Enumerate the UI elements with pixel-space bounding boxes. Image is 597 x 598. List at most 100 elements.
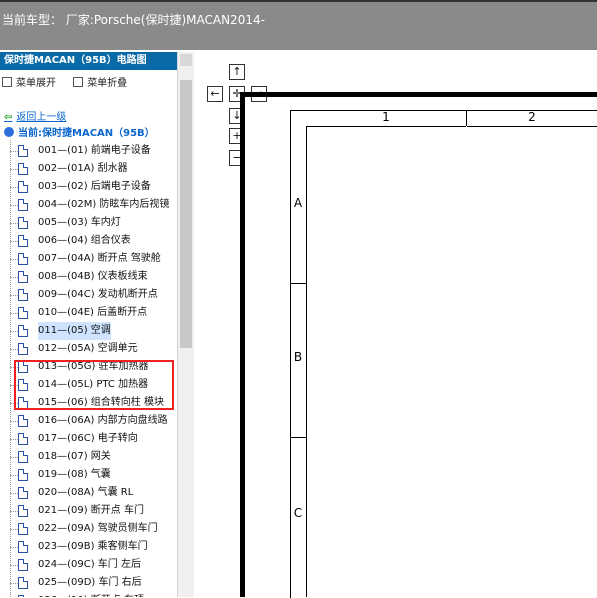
expand-icon [2,77,12,87]
collapse-menu-button[interactable]: 菜单折叠 [73,77,127,89]
tree-item[interactable]: 012—(05A) 空调单元 [0,340,176,358]
sidebar: 保时捷MACAN（95B）电路图 菜单展开 菜单折叠 ⇦ 返回上一级 当前:保时捷… [0,52,194,597]
document-icon [18,235,28,247]
row-separator [290,437,306,438]
tree-item-label: 024—(09C) 车门 左后 [38,559,141,570]
globe-icon [4,127,14,137]
tree-connector [10,493,18,494]
top-edge-line [0,0,597,2]
tree-item[interactable]: 014—(05L) PTC 加热器 [0,376,176,394]
tree-connector [10,151,18,152]
tree-connector [10,385,18,386]
tree-item[interactable]: 013—(05G) 驻车加热器 [0,358,176,376]
current-node: 当前:保时捷MACAN（95B） [4,124,155,139]
document-icon [18,181,28,193]
tree-item[interactable]: 001—(01) 前端电子设备 [0,142,176,160]
tree-item[interactable]: 007—(04A) 断开点 驾驶舱 [0,250,176,268]
tree-item[interactable]: 002—(01A) 刮水器 [0,160,176,178]
pan-up-button[interactable]: ↑ [229,64,245,80]
tree-item[interactable]: 016—(06A) 内部方向盘线路 [0,412,176,430]
tree-item-label: 020—(08A) 气囊 RL [38,487,134,498]
tree-item[interactable]: 018—(07) 网关 [0,448,176,466]
document-icon [18,577,28,589]
menu-actions: 菜单展开 菜单折叠 [2,74,141,89]
tree-item[interactable]: 019—(08) 气囊 [0,466,176,484]
tree-connector [10,205,18,206]
tree-connector [10,457,18,458]
tree-item-label: 018—(07) 网关 [38,451,111,462]
tree-item[interactable]: 023—(09B) 乘客侧车门 [0,538,176,556]
tree-item[interactable]: 004—(02M) 防眩车内后视镜 [0,196,176,214]
tree-item[interactable]: 005—(03) 车内灯 [0,214,176,232]
tree-connector [10,331,18,332]
tree-connector [10,295,18,296]
tree-connector [10,565,18,566]
tree-item-label: 005—(03) 车内灯 [38,217,121,228]
scroll-thumb[interactable] [180,80,192,348]
drawing-frame [290,110,597,598]
document-icon [18,145,28,157]
tree-item-label: 013—(05G) 驻车加热器 [38,361,149,372]
tree-item[interactable]: 020—(08A) 气囊 RL [0,484,176,502]
collapse-icon [73,77,84,87]
document-icon [18,343,28,355]
document-icon [18,307,28,319]
tree-item[interactable]: 026—(10) 断开点 车顶 [0,592,176,597]
back-arrow-icon: ⇦ [4,112,13,123]
tree-item[interactable]: 015—(06) 组合转向柱 模块 [0,394,176,412]
sheet-top-border [240,92,597,97]
tree-connector [10,349,18,350]
document-icon [18,325,28,337]
tree-item-label: 004—(02M) 防眩车内后视镜 [38,199,170,210]
document-icon [18,415,28,427]
tree-item[interactable]: 025—(09D) 车门 右后 [0,574,176,592]
tree-item[interactable]: 008—(04B) 仪表板线束 [0,268,176,286]
tree-item[interactable]: 022—(09A) 驾驶员侧车门 [0,520,176,538]
document-icon [18,163,28,175]
sidebar-scrollbar[interactable] [177,52,194,597]
row-label-a: A [293,196,303,210]
tree-item-label: 007—(04A) 断开点 驾驶舱 [38,253,161,264]
tree-item-label: 006—(04) 组合仪表 [38,235,131,246]
tree-connector [10,313,18,314]
tree-connector [10,259,18,260]
column-label-1: 1 [306,110,466,127]
document-icon [18,289,28,301]
tree-item[interactable]: 006—(04) 组合仪表 [0,232,176,250]
tree-connector [10,511,18,512]
document-icon [18,559,28,571]
tree-item[interactable]: 003—(02) 后端电子设备 [0,178,176,196]
tree-connector [10,187,18,188]
tree-item[interactable]: 011—(05) 空调 [0,322,176,340]
tree-connector [10,169,18,170]
tree-item-label: 003—(02) 后端电子设备 [38,181,151,192]
tree-item-label: 014—(05L) PTC 加热器 [38,379,149,390]
document-icon [18,397,28,409]
tree-connector [10,367,18,368]
tree-item-label: 009—(04C) 发动机断开点 [38,289,158,300]
tree-item[interactable]: 024—(09C) 车门 左后 [0,556,176,574]
expand-menu-button[interactable]: 菜单展开 [2,77,56,89]
scroll-up-button[interactable] [180,54,192,66]
back-link[interactable]: ⇦ 返回上一级 [4,108,66,123]
row-label-b: B [293,350,303,364]
row-separator [290,283,306,284]
document-icon [18,253,28,265]
tree-item[interactable]: 010—(04E) 后盖断开点 [0,304,176,322]
tree-item[interactable]: 021—(09) 断开点 车门 [0,502,176,520]
tree-connector [10,223,18,224]
tree-item[interactable]: 017—(06C) 电子转向 [0,430,176,448]
tree-item-label: 026—(10) 断开点 车顶 [38,592,144,597]
tree-item-label: 017—(06C) 电子转向 [38,433,138,444]
tree-item-label: 021—(09) 断开点 车门 [38,505,144,516]
document-icon [18,505,28,517]
tree-item-label: 025—(09D) 车门 右后 [38,577,142,588]
tree-connector [10,529,18,530]
tree-item[interactable]: 009—(04C) 发动机断开点 [0,286,176,304]
sidebar-header: 保时捷MACAN（95B）电路图 [0,52,180,70]
sheet-left-border [240,92,245,597]
tree-item-label: 022—(09A) 驾驶员侧车门 [38,523,158,534]
tree-connector [10,583,18,584]
tree-item-label: 001—(01) 前端电子设备 [38,145,151,156]
pan-left-button[interactable]: ← [207,86,223,102]
